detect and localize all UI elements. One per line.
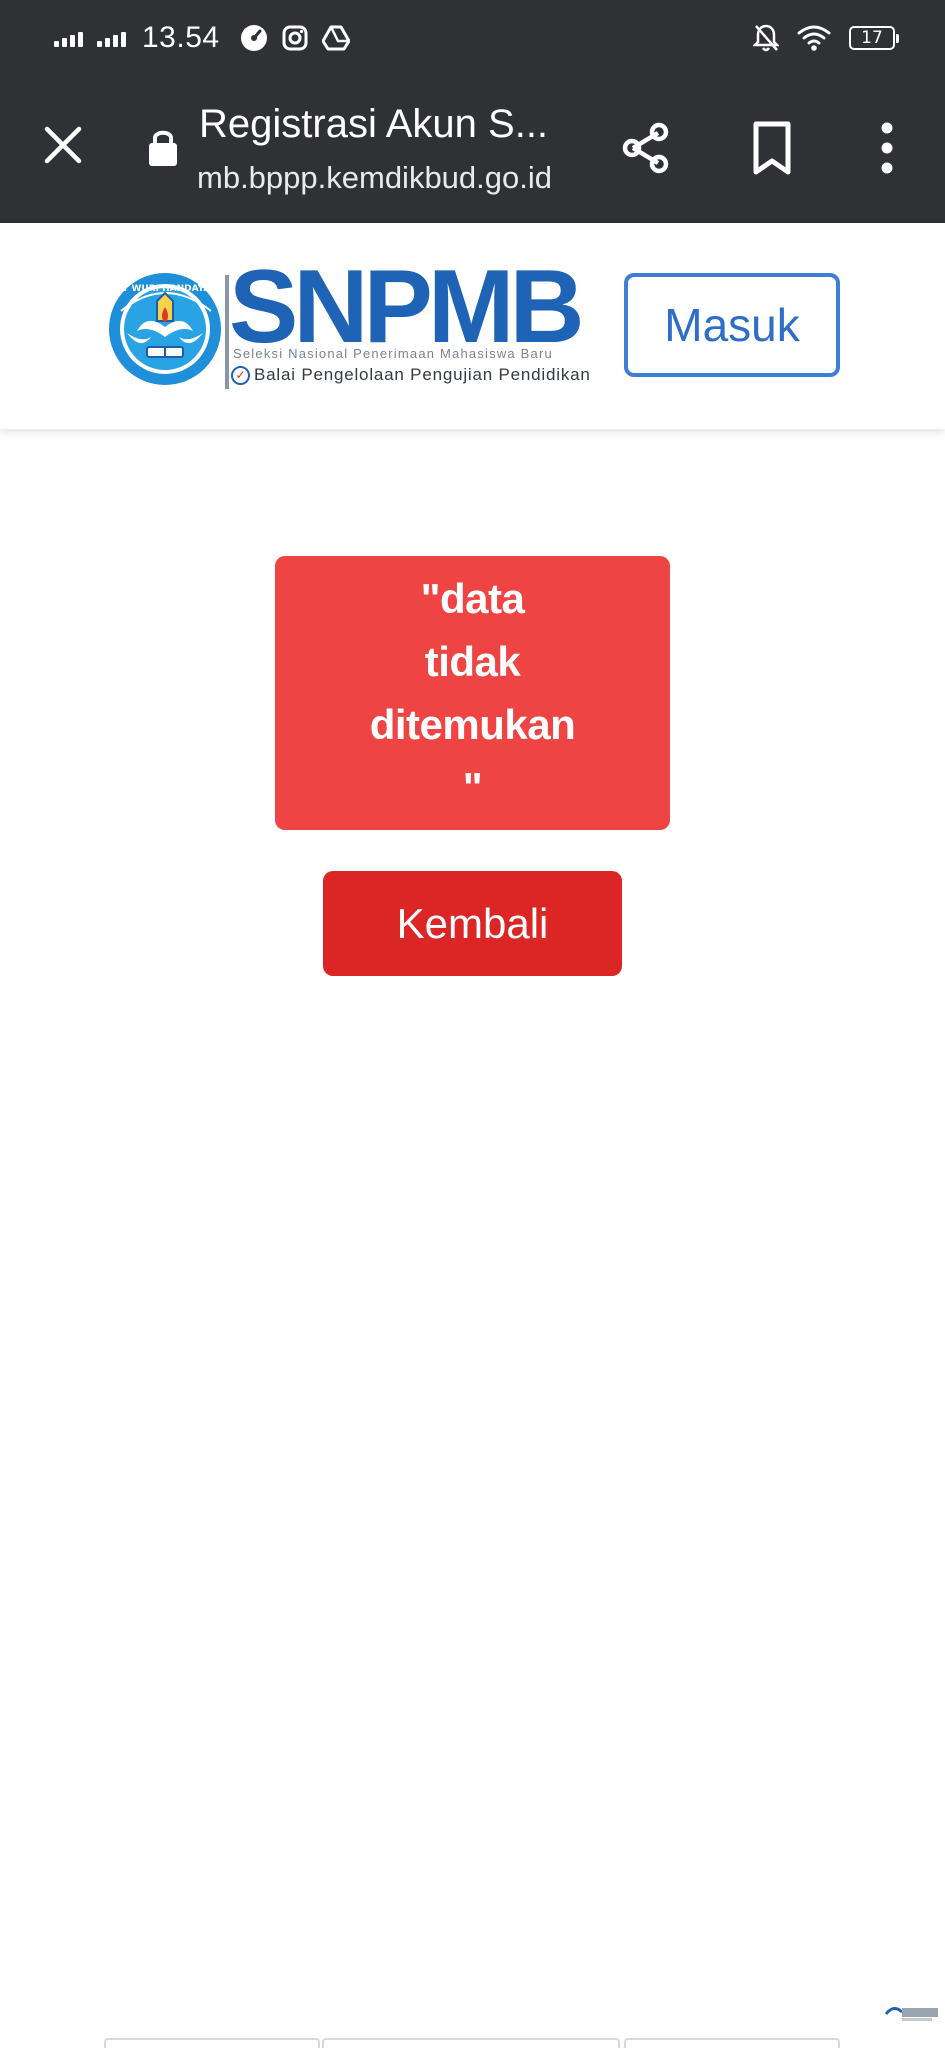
bottom-tab	[624, 2038, 840, 2048]
snpmb-logo[interactable]: TUT WURI HANDAYANI SNPMB Seleksi Nasiona…	[107, 255, 590, 391]
back-button[interactable]: Kembali	[323, 871, 622, 976]
bottom-tab-strip	[0, 2038, 945, 2048]
page-url[interactable]: mb.bppp.kemdikbud.go.id	[197, 160, 552, 196]
error-message: "data tidak ditemukan"	[369, 575, 576, 811]
share-icon[interactable]	[616, 118, 676, 178]
signal-icon	[54, 29, 83, 47]
speedometer-icon	[240, 25, 267, 51]
logo-subtitle: Seleksi Nasional Penerimaan Mahasiswa Ba…	[233, 346, 553, 361]
site-header: TUT WURI HANDAYANI SNPMB Seleksi Nasiona…	[0, 223, 945, 429]
drive-icon	[321, 25, 350, 51]
notifications-off-icon	[753, 24, 779, 52]
login-button[interactable]: Masuk	[624, 273, 840, 377]
bookmark-icon[interactable]	[742, 118, 802, 178]
error-alert: "data tidak ditemukan"	[275, 556, 670, 830]
lock-icon[interactable]	[146, 126, 180, 168]
logo-org-text: Balai Pengelolaan Pengujian Pendidikan	[254, 365, 591, 384]
tut-wuri-handayani-emblem: TUT WURI HANDAYANI	[109, 273, 221, 385]
more-vert-icon[interactable]	[862, 118, 912, 178]
logo-wordmark: SNPMB	[229, 249, 585, 365]
browser-chrome: 13.54 17 Registrasi Akun S... mb.bppp.ke…	[0, 0, 945, 223]
status-right: 17	[753, 18, 899, 58]
status-bar: 13.54 17	[0, 0, 945, 76]
battery-level: 17	[861, 28, 883, 48]
instagram-icon	[282, 25, 308, 51]
battery-icon: 17	[849, 26, 899, 50]
bottom-tab	[104, 2038, 320, 2048]
status-left: 13.54	[54, 18, 350, 58]
bottom-tab	[322, 2038, 620, 2048]
browser-toolbar: Registrasi Akun S... mb.bppp.kemdikbud.g…	[0, 76, 945, 223]
close-icon[interactable]	[36, 118, 90, 172]
page-title[interactable]: Registrasi Akun S...	[199, 102, 569, 147]
wifi-icon	[797, 25, 831, 51]
logo-org: ✓ Balai Pengelolaan Pengujian Pendidikan	[231, 363, 591, 387]
signal-icon	[97, 29, 126, 47]
check-badge-icon: ✓	[231, 365, 250, 385]
status-time: 13.54	[142, 21, 220, 54]
watermark-logo	[884, 2007, 938, 2021]
